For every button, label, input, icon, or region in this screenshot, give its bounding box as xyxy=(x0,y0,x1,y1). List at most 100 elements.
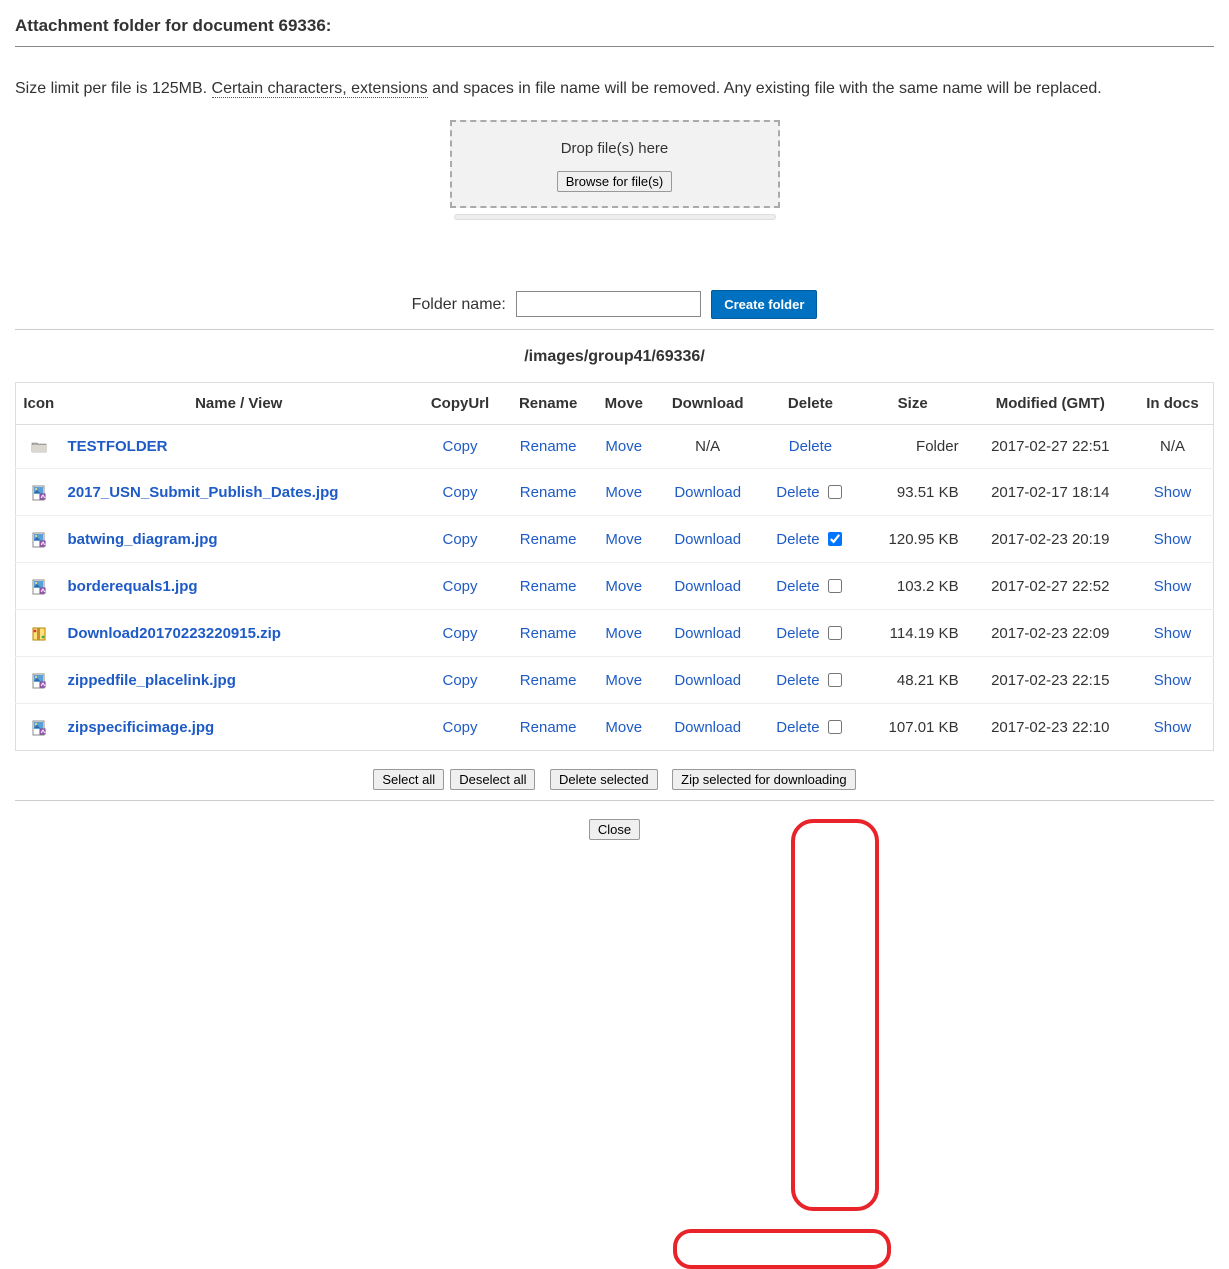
copy-link[interactable]: Copy xyxy=(443,438,478,455)
upload-progress-track xyxy=(454,214,776,220)
create-folder-button[interactable]: Create folder xyxy=(711,290,817,319)
file-size: 120.95 KB xyxy=(861,516,969,563)
download-link[interactable]: Download xyxy=(674,531,741,548)
download-link[interactable]: Download xyxy=(674,484,741,501)
delete-selected-button[interactable]: Delete selected xyxy=(550,769,658,790)
intro-link[interactable]: Certain characters, extensions xyxy=(212,80,428,98)
show-link[interactable]: Show xyxy=(1154,484,1192,501)
close-button[interactable]: Close xyxy=(589,819,640,840)
file-name-link[interactable]: 2017_USN_Submit_Publish_Dates.jpg xyxy=(68,484,339,501)
show-link[interactable]: Show xyxy=(1154,672,1192,689)
move-link[interactable]: Move xyxy=(605,625,642,642)
col-delete: Delete xyxy=(760,383,861,425)
delete-checkbox[interactable] xyxy=(828,673,842,687)
file-name-link[interactable]: zipspecificimage.jpg xyxy=(68,719,215,736)
rename-link[interactable]: Rename xyxy=(520,438,577,455)
file-name-link[interactable]: batwing_diagram.jpg xyxy=(68,531,218,548)
file-name-link[interactable]: TESTFOLDER xyxy=(68,438,168,455)
folder-name-input[interactable] xyxy=(516,291,701,317)
file-modified: 2017-02-23 22:09 xyxy=(969,610,1132,657)
file-name-link[interactable]: zippedfile_placelink.jpg xyxy=(68,672,236,689)
intro-prefix: Size limit per file is 125MB. xyxy=(15,80,212,97)
current-path: /images/group41/69336/ xyxy=(15,348,1214,366)
table-row: TESTFOLDERCopyRenameMoveN/ADeleteFolder2… xyxy=(16,425,1214,469)
show-link[interactable]: Show xyxy=(1154,719,1192,736)
browse-button[interactable]: Browse for file(s) xyxy=(557,171,673,192)
copy-link[interactable]: Copy xyxy=(443,484,478,501)
image-icon xyxy=(16,704,62,751)
show-link[interactable]: Show xyxy=(1154,625,1192,642)
drop-label: Drop file(s) here xyxy=(462,140,768,157)
intro-text: Size limit per file is 125MB. Certain ch… xyxy=(15,77,1214,100)
copy-link[interactable]: Copy xyxy=(443,672,478,689)
delete-checkbox[interactable] xyxy=(828,485,842,499)
zip-icon xyxy=(16,610,62,657)
image-icon xyxy=(16,563,62,610)
rename-link[interactable]: Rename xyxy=(520,672,577,689)
move-link[interactable]: Move xyxy=(605,672,642,689)
col-copyurl: CopyUrl xyxy=(416,383,504,425)
rename-link[interactable]: Rename xyxy=(520,578,577,595)
copy-link[interactable]: Copy xyxy=(443,578,478,595)
select-all-button[interactable]: Select all xyxy=(373,769,444,790)
table-row: Download20170223220915.zip Copy Rename Move… xyxy=(16,610,1214,657)
delete-checkbox[interactable] xyxy=(828,579,842,593)
delete-checkbox[interactable] xyxy=(828,626,842,640)
col-move: Move xyxy=(592,383,655,425)
move-link[interactable]: Move xyxy=(605,578,642,595)
rename-link[interactable]: Rename xyxy=(520,625,577,642)
file-size: 114.19 KB xyxy=(861,610,969,657)
download-na: N/A xyxy=(695,438,720,455)
table-row: batwing_diagram.jpg Copy Rename Move Downloa… xyxy=(16,516,1214,563)
file-size: 107.01 KB xyxy=(861,704,969,751)
move-link[interactable]: Move xyxy=(605,719,642,736)
file-name-link[interactable]: Download20170223220915.zip xyxy=(68,625,281,642)
delete-checkbox[interactable] xyxy=(828,720,842,734)
download-link[interactable]: Download xyxy=(674,578,741,595)
file-name-link[interactable]: borderequals1.jpg xyxy=(68,578,198,595)
rename-link[interactable]: Rename xyxy=(520,531,577,548)
col-indocs: In docs xyxy=(1132,383,1214,425)
move-link[interactable]: Move xyxy=(605,531,642,548)
file-size: Folder xyxy=(861,425,969,469)
folder-name-label: Folder name: xyxy=(412,296,506,313)
annotation-circle-delete-column xyxy=(791,819,879,1211)
col-download: Download xyxy=(655,383,760,425)
delete-link[interactable]: Delete xyxy=(776,484,819,501)
file-modified: 2017-02-23 22:10 xyxy=(969,704,1132,751)
copy-link[interactable]: Copy xyxy=(443,719,478,736)
deselect-all-button[interactable]: Deselect all xyxy=(450,769,535,790)
show-link[interactable]: Show xyxy=(1154,578,1192,595)
col-icon: Icon xyxy=(16,383,62,425)
delete-link[interactable]: Delete xyxy=(776,625,819,642)
zip-selected-button[interactable]: Zip selected for downloading xyxy=(672,769,856,790)
divider xyxy=(15,329,1214,330)
table-row: borderequals1.jpg Copy Rename Move Download D… xyxy=(16,563,1214,610)
delete-checkbox[interactable] xyxy=(828,532,842,546)
download-link[interactable]: Download xyxy=(674,719,741,736)
file-modified: 2017-02-23 22:15 xyxy=(969,657,1132,704)
rename-link[interactable]: Rename xyxy=(520,719,577,736)
delete-link[interactable]: Delete xyxy=(776,672,819,689)
download-link[interactable]: Download xyxy=(674,625,741,642)
delete-link[interactable]: Delete xyxy=(776,578,819,595)
download-link[interactable]: Download xyxy=(674,672,741,689)
table-row: zipspecificimage.jpg Copy Rename Move Downlo… xyxy=(16,704,1214,751)
indocs-na: N/A xyxy=(1160,438,1185,455)
copy-link[interactable]: Copy xyxy=(443,625,478,642)
image-icon xyxy=(16,657,62,704)
move-link[interactable]: Move xyxy=(605,484,642,501)
drop-zone[interactable]: Drop file(s) here Browse for file(s) xyxy=(450,120,780,208)
move-link[interactable]: Move xyxy=(605,438,642,455)
delete-link[interactable]: Delete xyxy=(776,719,819,736)
copy-link[interactable]: Copy xyxy=(443,531,478,548)
rename-link[interactable]: Rename xyxy=(520,484,577,501)
col-modified: Modified (GMT) xyxy=(969,383,1132,425)
files-table: Icon Name / View CopyUrl Rename Move Dow… xyxy=(15,382,1214,751)
show-link[interactable]: Show xyxy=(1154,531,1192,548)
table-row: 2017_USN_Submit_Publish_Dates.jpg Copy Ren… xyxy=(16,469,1214,516)
delete-link[interactable]: Delete xyxy=(789,438,832,455)
page-title: Attachment folder for document 69336: xyxy=(15,16,1214,36)
file-modified: 2017-02-27 22:52 xyxy=(969,563,1132,610)
delete-link[interactable]: Delete xyxy=(776,531,819,548)
